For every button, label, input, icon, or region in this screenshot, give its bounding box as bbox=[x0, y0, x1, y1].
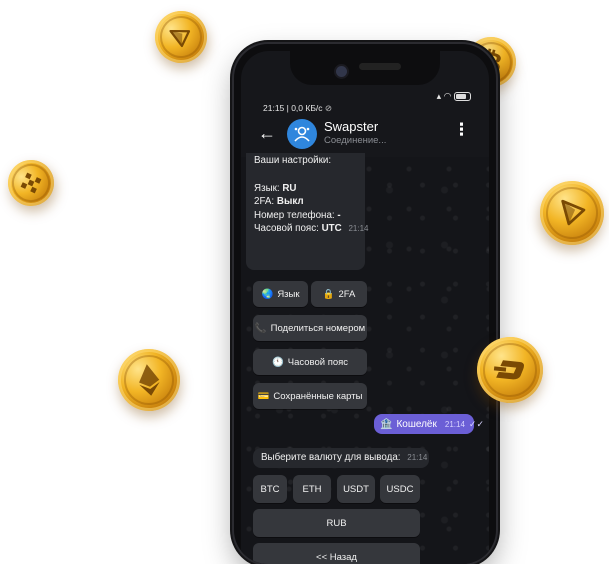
ethereum-icon bbox=[139, 364, 160, 396]
outgoing-time: 21:14 bbox=[444, 419, 465, 429]
back-arrow-icon[interactable]: ← bbox=[258, 123, 276, 144]
settings-message: Ваши настройки: Язык: RU 2FA: Выкл Номер… bbox=[246, 153, 369, 270]
wifi-icon: ◠ bbox=[443, 91, 452, 101]
settings-heading: Ваши настройки: bbox=[254, 155, 332, 166]
tron-icon bbox=[561, 199, 586, 226]
message-time: 21:14 bbox=[348, 224, 369, 233]
phone-screen: 21:15 | 0,0 КБ/с ⊘ ▴ ◠ ← Swapster Соедин… bbox=[241, 51, 489, 564]
timezone-button[interactable]: 🕚 Часовой пояс bbox=[253, 349, 367, 375]
language-button[interactable]: 🌏 Язык bbox=[253, 281, 308, 307]
card-icon: 💳 bbox=[257, 390, 270, 402]
phone-notch bbox=[290, 51, 440, 85]
chat-title[interactable]: Swapster bbox=[324, 119, 378, 134]
tron-coin-right bbox=[534, 175, 609, 251]
phone-mockup: 21:15 | 0,0 КБ/с ⊘ ▴ ◠ ← Swapster Соедин… bbox=[234, 44, 496, 564]
clock-icon: 🕚 bbox=[271, 356, 284, 368]
battery-icon bbox=[454, 92, 471, 102]
settings-line-language: Язык: RU bbox=[254, 182, 297, 194]
bot-avatar[interactable] bbox=[287, 119, 317, 149]
currency-message: Выберите валюту для вывода: 21:14 bbox=[253, 448, 429, 468]
speaker bbox=[359, 63, 401, 70]
currency-rub-button[interactable]: RUB bbox=[253, 509, 420, 537]
binance-icon bbox=[20, 172, 42, 194]
mute-icon: ⊘ bbox=[324, 103, 333, 113]
lock-icon: 🔒 bbox=[322, 288, 335, 300]
saved-cards-button[interactable]: 💳 Сохранённые карты bbox=[253, 383, 367, 409]
currency-message-time: 21:14 bbox=[407, 453, 428, 462]
dash-icon bbox=[493, 360, 524, 380]
double-check-icon: ✓✓ bbox=[468, 418, 484, 429]
phone-icon: 📞 bbox=[254, 322, 267, 334]
status-time-data: 21:15 | 0,0 КБ/с ⊘ bbox=[263, 103, 333, 113]
twofa-button[interactable]: 🔒 2FA bbox=[311, 281, 367, 307]
currency-btc-button[interactable]: BTC bbox=[253, 475, 287, 503]
status-icons: ▴ ◠ bbox=[437, 91, 471, 102]
settings-line-phone: Номер телефона: - bbox=[254, 209, 341, 221]
globe-icon: 🌏 bbox=[261, 288, 274, 300]
outgoing-wallet-message: 🏦 Кошелёк 21:14 ✓✓ bbox=[374, 414, 484, 434]
tron-coin-top bbox=[150, 6, 212, 68]
settings-line-timezone: Часовой пояс: UTC 21:14 bbox=[254, 223, 369, 234]
tron-icon bbox=[169, 29, 191, 48]
currency-usdc-button[interactable]: USDC bbox=[380, 475, 420, 503]
ethereum-coin bbox=[113, 344, 185, 416]
bank-icon: 🏦 bbox=[380, 418, 393, 430]
share-phone-button[interactable]: 📞 Поделиться номером bbox=[253, 315, 367, 341]
back-button[interactable]: << Назад bbox=[253, 543, 420, 564]
front-camera bbox=[336, 66, 347, 77]
signal-icon: ▴ bbox=[436, 91, 442, 101]
chat-status: Соединение... bbox=[324, 135, 387, 146]
binance-coin bbox=[1, 153, 61, 213]
bot-logo-icon bbox=[294, 126, 310, 142]
currency-usdt-button[interactable]: USDT bbox=[337, 475, 375, 503]
settings-line-2fa: 2FA: Выкл bbox=[254, 196, 304, 207]
currency-eth-button[interactable]: ETH bbox=[293, 475, 331, 503]
message-area: Ваши настройки: Язык: RU 2FA: Выкл Номер… bbox=[241, 153, 489, 564]
chat-header: ← Swapster Соединение... ⋮ bbox=[241, 117, 489, 157]
more-menu-icon[interactable]: ⋮ bbox=[453, 120, 470, 140]
